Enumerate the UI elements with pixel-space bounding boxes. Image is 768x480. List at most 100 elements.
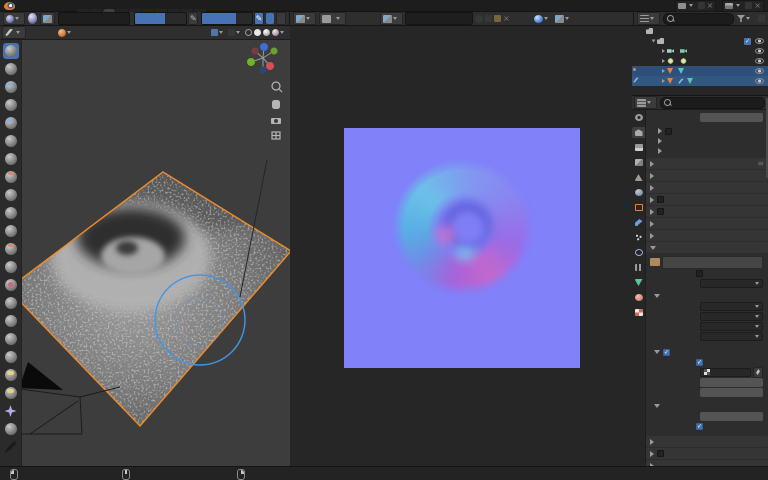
gizmo-neg-y-axis[interactable] [247, 58, 255, 66]
tool-annotate[interactable] [3, 439, 19, 455]
brush-image-button[interactable] [40, 12, 55, 25]
image-name-field[interactable] [405, 12, 473, 25]
tool-snake-hook[interactable] [3, 313, 19, 329]
properties-search-input[interactable] [660, 97, 765, 109]
normal-map-image[interactable] [344, 128, 580, 368]
shading-material-button[interactable] [263, 29, 270, 36]
eye-icon[interactable] [755, 68, 764, 74]
simplify-checkbox[interactable] [657, 196, 664, 203]
tool-draw[interactable] [3, 43, 19, 59]
remove-view-layer-icon[interactable]: × [754, 2, 761, 9]
viewport-samples-field[interactable] [700, 113, 763, 122]
open-folder-icon[interactable] [494, 15, 501, 22]
eyedropper-icon[interactable] [753, 367, 763, 378]
tool-rotate[interactable] [3, 385, 19, 401]
new-image-icon[interactable] [485, 15, 492, 22]
eye-icon[interactable] [755, 38, 764, 44]
shading-wireframe-button[interactable] [245, 29, 252, 36]
overlays-toggle[interactable] [228, 29, 235, 36]
new-collection-icon[interactable] [758, 15, 765, 22]
tab-tool[interactable] [632, 112, 645, 123]
tool-pinch[interactable] [3, 259, 19, 275]
tab-render[interactable] [632, 127, 645, 138]
tab-modifiers[interactable] [632, 217, 645, 228]
tool-flatten[interactable] [3, 205, 19, 221]
tool-slide-relax[interactable] [3, 403, 19, 419]
strength-slider[interactable] [201, 12, 253, 25]
camera-view-button[interactable] [271, 118, 281, 124]
disclosure-triangle-icon[interactable] [662, 69, 665, 73]
cage-object-field[interactable] [700, 368, 751, 377]
tool-fill[interactable] [3, 223, 19, 239]
image-browse-dropdown[interactable] [380, 12, 403, 25]
brush-add-button[interactable] [266, 13, 274, 24]
outliner-row-plane-001[interactable] [632, 76, 768, 86]
tool-draw-sharp[interactable] [3, 61, 19, 77]
panel-adaptive-sampling[interactable] [646, 126, 768, 136]
fake-user-icon[interactable] [475, 15, 483, 23]
panel-bake[interactable] [646, 242, 768, 253]
navigation-gizmo[interactable] [247, 43, 278, 74]
cage-checkbox[interactable] [696, 359, 703, 366]
brush-subtract-button[interactable] [276, 12, 286, 25]
freestyle-checkbox[interactable] [657, 450, 664, 457]
pan-hand-button[interactable] [272, 100, 280, 109]
image-editor[interactable] [290, 26, 632, 466]
tool-clay[interactable] [3, 79, 19, 95]
gizmo-neg-z-axis[interactable] [260, 67, 267, 74]
perspective-toggle-button[interactable] [272, 132, 280, 139]
tool-mask[interactable] [3, 421, 19, 437]
tab-world[interactable] [632, 187, 645, 198]
gizmo-x-axis[interactable] [266, 62, 274, 70]
max-ray-field[interactable] [700, 388, 763, 397]
motion-blur-checkbox[interactable] [657, 208, 664, 215]
swizzle-b-dropdown[interactable] [700, 332, 763, 341]
tab-view-layer[interactable] [632, 157, 645, 168]
display-channels-dropdown[interactable] [534, 15, 551, 23]
outliner-row-camera[interactable] [632, 46, 768, 56]
outliner-row-scene-collection[interactable] [632, 26, 768, 36]
panel-light-paths[interactable]: ≡ [646, 158, 768, 169]
disclosure-triangle-icon[interactable] [662, 49, 665, 53]
unlink-image-icon[interactable]: × [503, 15, 510, 22]
mirror-x-toggle[interactable] [211, 29, 218, 36]
tool-grab[interactable] [3, 277, 19, 293]
camera-object[interactable] [19, 362, 63, 390]
cage-extrusion-field[interactable] [700, 378, 763, 387]
radius-slider[interactable] [134, 12, 187, 25]
unlink-scene-icon[interactable]: × [707, 2, 714, 9]
eye-icon[interactable] [755, 48, 764, 54]
brush-name-field[interactable] [58, 12, 130, 25]
panel-volumes[interactable] [646, 170, 768, 181]
tab-object-data[interactable] [632, 277, 645, 288]
tab-output[interactable] [632, 142, 645, 153]
bake-button[interactable] [662, 256, 763, 269]
bake-from-multires-checkbox[interactable] [696, 270, 703, 277]
disclosure-triangle-icon[interactable] [662, 79, 665, 83]
tool-layer[interactable] [3, 115, 19, 131]
bake-type-dropdown[interactable] [700, 279, 763, 288]
new-scene-icon[interactable] [698, 2, 705, 9]
margin-field[interactable] [700, 412, 763, 421]
tab-particles[interactable] [632, 232, 645, 243]
gizmo-z-axis[interactable] [260, 43, 268, 51]
tab-material[interactable] [632, 292, 645, 303]
tab-physics[interactable] [632, 247, 645, 258]
viewport-3d[interactable] [0, 26, 290, 466]
viewport-canvas[interactable] [0, 40, 290, 466]
outliner-search-input[interactable] [663, 13, 734, 25]
mode-selector-dropdown[interactable] [2, 26, 26, 39]
panel-grease-pencil[interactable] [646, 436, 768, 447]
gizmo-neg-x-axis[interactable] [252, 48, 259, 55]
properties-editor-type-dropdown[interactable] [634, 96, 657, 109]
view-layer-selector[interactable]: × [722, 0, 764, 12]
editor-type-dropdown[interactable] [293, 12, 316, 25]
disclosure-triangle-icon[interactable] [662, 59, 665, 63]
collection-checkbox[interactable]: ✓ [744, 38, 751, 45]
tab-object[interactable] [632, 202, 645, 213]
panel-simplify[interactable] [646, 194, 768, 205]
brush-preview-icon[interactable] [28, 13, 37, 24]
disclosure-triangle-icon[interactable] [652, 40, 656, 43]
subpanel-selected-to-active[interactable] [646, 347, 768, 357]
tab-scene[interactable] [632, 172, 645, 183]
